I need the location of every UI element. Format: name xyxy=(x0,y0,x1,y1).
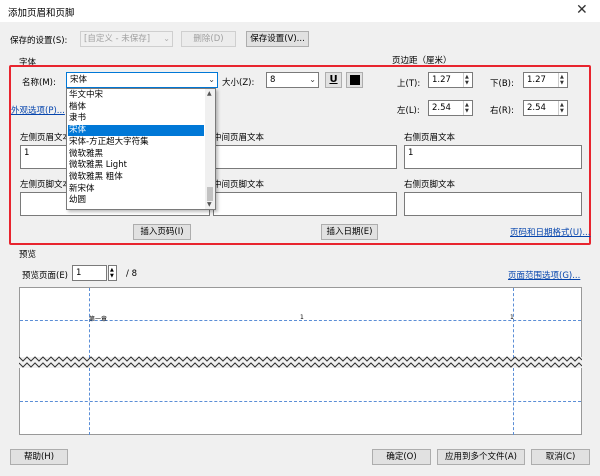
font-dropdown-list[interactable]: 华文中宋 楷体 隶书 宋体 宋体-方正超大字符集 微软雅黑 微软雅黑 Light 微软雅黑 粗… xyxy=(66,88,216,210)
chevron-down-icon: ⌄ xyxy=(309,75,316,84)
margin-top-field[interactable]: 1.27 ▲ ▼ xyxy=(428,72,473,88)
center-header-label: 中间页眉文本 xyxy=(213,133,265,143)
chevron-down-icon: ⌄ xyxy=(208,75,215,84)
margin-right-field[interactable]: 2.54 ▲ ▼ xyxy=(523,100,568,116)
margin-right-label: 右(R): xyxy=(490,106,514,116)
right-footer-input[interactable] xyxy=(404,192,582,216)
preview-header-left: 第一章 xyxy=(89,316,108,323)
right-margin-guide xyxy=(513,288,514,358)
font-size-value: 8 xyxy=(270,75,276,85)
apply-multiple-files-button[interactable]: 应用到多个文件(A) xyxy=(437,449,525,465)
close-icon[interactable]: ✕ xyxy=(576,2,588,18)
font-option[interactable]: 楷体 xyxy=(68,102,204,113)
font-name-label: 名称(M): xyxy=(22,78,56,88)
insert-page-number-button[interactable]: 插入页码(I) xyxy=(133,224,191,240)
font-option[interactable]: 华文中宋 xyxy=(68,90,204,101)
font-option[interactable]: 宋体 xyxy=(68,125,204,136)
center-header-input[interactable] xyxy=(213,145,397,169)
scroll-down-icon[interactable]: ▼ xyxy=(207,201,212,208)
margin-bottom-field[interactable]: 1.27 ▲ ▼ xyxy=(523,72,568,88)
page-break-zigzag xyxy=(19,356,582,368)
window-title: 添加页眉和页脚 xyxy=(8,8,75,19)
right-header-input[interactable]: 1 xyxy=(404,145,582,169)
margin-bottom-value: 1.27 xyxy=(527,75,546,85)
saved-settings-label: 保存的设置(S): xyxy=(10,36,68,46)
margin-left-field[interactable]: 2.54 ▲ ▼ xyxy=(428,100,473,116)
font-option[interactable]: 宋体-方正超大字符集 xyxy=(68,137,204,148)
margin-bottom-label: 下(B): xyxy=(490,79,514,89)
left-margin-guide xyxy=(89,368,90,435)
preview-page-field[interactable]: 1 xyxy=(72,265,107,281)
font-name-select[interactable]: 宋体 ⌄ xyxy=(66,72,218,88)
saved-settings-value: [自定义 - 未保存] xyxy=(84,34,151,44)
font-option[interactable]: 微软雅黑 Light xyxy=(68,160,204,171)
font-option[interactable]: 微软雅黑 xyxy=(68,149,204,160)
cancel-button[interactable]: 取消(C) xyxy=(531,449,590,465)
chevron-down-icon: ⌄ xyxy=(163,34,170,43)
margin-top-value: 1.27 xyxy=(432,75,451,85)
font-option[interactable]: 隶书 xyxy=(68,113,204,124)
left-margin-guide xyxy=(89,288,90,358)
insert-date-button[interactable]: 插入日期(E) xyxy=(321,224,378,240)
preview-page-total: / 8 xyxy=(126,269,137,279)
preview-page-top: 第一章 1 1 xyxy=(19,287,582,358)
title-bar: 添加页眉和页脚 ✕ xyxy=(0,0,600,22)
right-footer-label: 右侧页脚文本 xyxy=(404,180,456,190)
font-name-value: 宋体 xyxy=(70,75,88,85)
font-option[interactable]: 新宋体 xyxy=(68,184,204,195)
scrollbar-thumb[interactable] xyxy=(207,187,213,201)
right-header-label: 右侧页眉文本 xyxy=(404,133,456,143)
dropdown-scrollbar[interactable]: ▲ ▼ xyxy=(205,89,215,209)
font-option[interactable]: 微软雅黑 粗体 xyxy=(68,172,204,183)
page-range-options-link[interactable]: 页面范围选项(G)... xyxy=(508,269,580,281)
margin-left-label: 左(L): xyxy=(397,106,420,116)
color-swatch xyxy=(349,75,360,85)
center-footer-label: 中间页脚文本 xyxy=(213,180,265,190)
preview-header-right: 1 xyxy=(510,314,514,321)
margin-right-value: 2.54 xyxy=(527,103,546,113)
saved-settings-select[interactable]: [自定义 - 未保存] ⌄ xyxy=(80,31,173,47)
center-footer-input[interactable] xyxy=(213,192,397,216)
font-size-select[interactable]: 8 ⌄ xyxy=(266,72,319,88)
preview-page-bottom xyxy=(19,368,582,435)
ok-button[interactable]: 确定(O) xyxy=(372,449,431,465)
left-header-label: 左侧页眉文本 xyxy=(20,133,72,143)
save-settings-button[interactable]: 保存设置(V)... xyxy=(246,31,309,47)
font-color-button[interactable] xyxy=(346,72,363,88)
margin-top-label: 上(T): xyxy=(397,79,421,89)
spinner-arrows-icon[interactable]: ▲ ▼ xyxy=(463,101,472,115)
help-button[interactable]: 帮助(H) xyxy=(10,449,68,465)
delete-button[interactable]: 删除(D) xyxy=(181,31,236,47)
footer-guide-line xyxy=(20,401,581,402)
preview-page-label: 预览页面(E) xyxy=(22,271,69,281)
underline-button[interactable]: U xyxy=(325,72,342,88)
spinner-arrows-icon[interactable]: ▲ ▼ xyxy=(108,265,117,281)
left-footer-label: 左侧页脚文本 xyxy=(20,180,72,190)
right-margin-guide xyxy=(513,368,514,435)
preview-header-center: 1 xyxy=(300,314,304,321)
preview-section-label: 预览 xyxy=(19,250,37,260)
spinner-arrows-icon[interactable]: ▲ ▼ xyxy=(558,101,567,115)
scroll-up-icon[interactable]: ▲ xyxy=(207,90,212,97)
margin-left-value: 2.54 xyxy=(432,103,451,113)
font-size-label: 大小(Z): xyxy=(222,78,255,88)
preview-page-value: 1 xyxy=(76,268,82,278)
page-date-format-link[interactable]: 页码和日期格式(U)... xyxy=(510,226,590,238)
font-option[interactable]: 幼圆 xyxy=(68,195,204,206)
appearance-options-link[interactable]: 外观选项(P)... xyxy=(11,104,65,116)
spinner-arrows-icon[interactable]: ▲ ▼ xyxy=(558,73,567,87)
spinner-arrows-icon[interactable]: ▲ ▼ xyxy=(463,73,472,87)
